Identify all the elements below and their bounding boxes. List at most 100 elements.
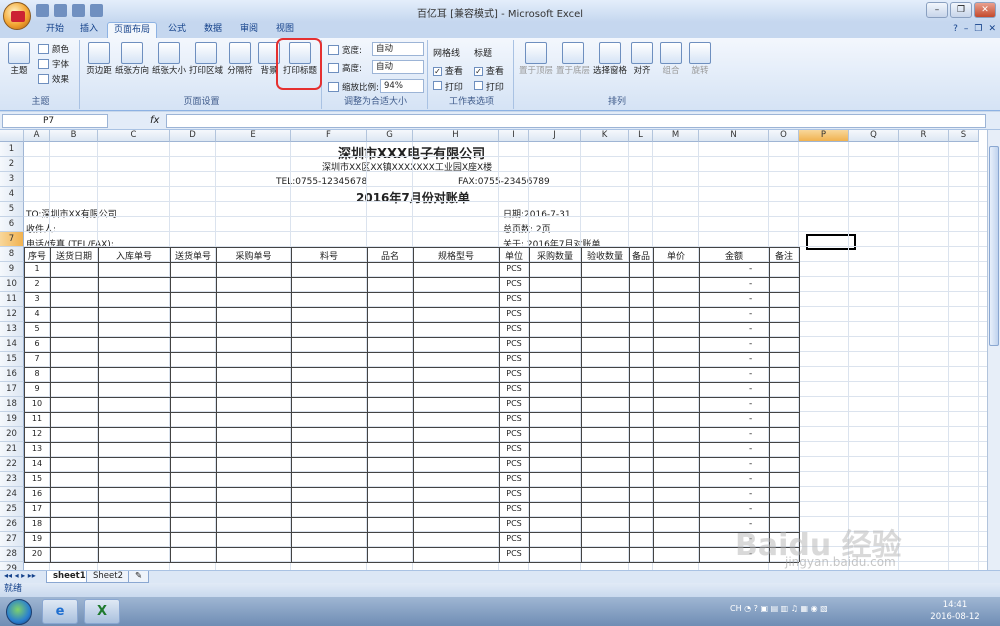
row-header-13[interactable]: 13 bbox=[0, 322, 24, 337]
column-header-k[interactable]: K bbox=[581, 130, 629, 142]
height-select[interactable]: 自动 bbox=[372, 60, 424, 74]
formula-input[interactable] bbox=[166, 114, 986, 128]
row-header-15[interactable]: 15 bbox=[0, 352, 24, 367]
send-back-button[interactable]: 置于底层 bbox=[555, 42, 591, 77]
tab-insert[interactable]: 插入 bbox=[72, 22, 106, 38]
row-header-11[interactable]: 11 bbox=[0, 292, 24, 307]
row-header-29[interactable]: 29 bbox=[0, 562, 24, 570]
column-header-b[interactable]: B bbox=[50, 130, 98, 142]
scroll-thumb[interactable] bbox=[989, 146, 999, 346]
align-button[interactable]: 对齐 bbox=[629, 42, 655, 77]
gridlines-print-checkbox[interactable]: 打印 bbox=[433, 80, 463, 93]
column-header-g[interactable]: G bbox=[367, 130, 413, 142]
row-header-7[interactable]: 7 bbox=[0, 232, 24, 247]
column-header-a[interactable]: A bbox=[24, 130, 50, 142]
row-header-18[interactable]: 18 bbox=[0, 397, 24, 412]
tab-page-layout[interactable]: 页面布局 bbox=[107, 22, 157, 38]
worksheet-grid[interactable]: 深圳市XXX电子有限公司 深圳市XX区XX镇XXXXXXX工业园X座X楼 TEL… bbox=[0, 130, 987, 570]
row-header-1[interactable]: 1 bbox=[0, 142, 24, 157]
column-header-h[interactable]: H bbox=[413, 130, 499, 142]
column-header-p[interactable]: P bbox=[799, 130, 849, 142]
help-icon[interactable]: ? bbox=[953, 24, 958, 34]
row-header-26[interactable]: 26 bbox=[0, 517, 24, 532]
clock[interactable]: 14:41 2016-08-12 bbox=[930, 599, 980, 623]
row-header-3[interactable]: 3 bbox=[0, 172, 24, 187]
breaks-button[interactable]: 分隔符 bbox=[225, 42, 255, 77]
margins-button[interactable]: 页边距 bbox=[84, 42, 114, 77]
column-header-e[interactable]: E bbox=[216, 130, 291, 142]
column-header-c[interactable]: C bbox=[98, 130, 170, 142]
group-objects-button[interactable]: 组合 bbox=[657, 42, 685, 77]
row-header-19[interactable]: 19 bbox=[0, 412, 24, 427]
sheet-tab-sheet2[interactable]: Sheet2 bbox=[86, 571, 130, 583]
new-sheet-icon[interactable]: ✎ bbox=[128, 571, 150, 583]
orientation-button[interactable]: 纸张方向 bbox=[114, 42, 150, 77]
start-button[interactable] bbox=[6, 599, 32, 625]
column-header-o[interactable]: O bbox=[769, 130, 799, 142]
restore-doc-icon[interactable]: ❐ bbox=[974, 24, 982, 34]
row-header-8[interactable]: 8 bbox=[0, 247, 24, 262]
row-header-4[interactable]: 4 bbox=[0, 187, 24, 202]
fx-icon[interactable]: fx bbox=[150, 115, 159, 126]
colors-button[interactable]: 颜色 bbox=[38, 43, 69, 55]
row-header-23[interactable]: 23 bbox=[0, 472, 24, 487]
row-header-5[interactable]: 5 bbox=[0, 202, 24, 217]
sheet-nav-icons[interactable]: ◂◂ ◂ ▸ ▸▸ bbox=[4, 571, 36, 580]
close-button[interactable]: ✕ bbox=[974, 2, 996, 18]
width-select[interactable]: 自动 bbox=[372, 42, 424, 56]
selection-pane-button[interactable]: 选择窗格 bbox=[592, 42, 628, 77]
tab-review[interactable]: 审阅 bbox=[232, 22, 266, 38]
column-header-n[interactable]: N bbox=[699, 130, 769, 142]
column-header-s[interactable]: S bbox=[949, 130, 979, 142]
column-header-m[interactable]: M bbox=[653, 130, 699, 142]
size-button[interactable]: 纸张大小 bbox=[151, 42, 187, 77]
row-header-6[interactable]: 6 bbox=[0, 217, 24, 232]
column-header-l[interactable]: L bbox=[629, 130, 653, 142]
row-header-12[interactable]: 12 bbox=[0, 307, 24, 322]
column-header-d[interactable]: D bbox=[170, 130, 216, 142]
close-doc-icon[interactable]: ✕ bbox=[988, 24, 996, 34]
column-header-r[interactable]: R bbox=[899, 130, 949, 142]
row-header-28[interactable]: 28 bbox=[0, 547, 24, 562]
row-header-9[interactable]: 9 bbox=[0, 262, 24, 277]
column-header-j[interactable]: J bbox=[529, 130, 581, 142]
theme-button[interactable]: 主题 bbox=[4, 42, 34, 77]
gridlines-view-checkbox[interactable]: ✓ 查看 bbox=[433, 64, 463, 77]
row-header-17[interactable]: 17 bbox=[0, 382, 24, 397]
tab-formulas[interactable]: 公式 bbox=[160, 22, 194, 38]
minimize-button[interactable]: – bbox=[926, 2, 948, 18]
row-header-25[interactable]: 25 bbox=[0, 502, 24, 517]
taskbar: e X CH ◔ ? ▣ ▤ ▥ ♫ ▦ ◉ ▧ 14:41 2016-08-12 bbox=[0, 597, 1000, 626]
headings-view-checkbox[interactable]: ✓ 查看 bbox=[474, 64, 504, 77]
column-header-q[interactable]: Q bbox=[849, 130, 899, 142]
effects-button[interactable]: 效果 bbox=[38, 73, 69, 85]
column-header-i[interactable]: I bbox=[499, 130, 529, 142]
column-header-f[interactable]: F bbox=[291, 130, 367, 142]
rotate-button[interactable]: 旋转 bbox=[687, 42, 713, 77]
tab-view[interactable]: 视图 bbox=[268, 22, 302, 38]
min-doc-icon[interactable]: – bbox=[964, 24, 969, 34]
scale-stepper[interactable]: 94% bbox=[380, 79, 424, 93]
select-all-corner[interactable] bbox=[0, 130, 24, 142]
row-header-10[interactable]: 10 bbox=[0, 277, 24, 292]
row-header-24[interactable]: 24 bbox=[0, 487, 24, 502]
tab-home[interactable]: 开始 bbox=[38, 22, 72, 38]
bring-front-button[interactable]: 置于顶层 bbox=[518, 42, 554, 77]
row-header-16[interactable]: 16 bbox=[0, 367, 24, 382]
ie-icon[interactable]: e bbox=[42, 599, 78, 624]
fonts-button[interactable]: 字体 bbox=[38, 58, 69, 70]
print-area-button[interactable]: 打印区域 bbox=[188, 42, 224, 77]
name-box[interactable]: P7 bbox=[2, 114, 108, 128]
row-header-2[interactable]: 2 bbox=[0, 157, 24, 172]
headings-print-checkbox[interactable]: 打印 bbox=[474, 80, 504, 93]
row-header-21[interactable]: 21 bbox=[0, 442, 24, 457]
tab-data[interactable]: 数据 bbox=[196, 22, 230, 38]
row-header-27[interactable]: 27 bbox=[0, 532, 24, 547]
restore-button[interactable]: ❐ bbox=[950, 2, 972, 18]
row-header-14[interactable]: 14 bbox=[0, 337, 24, 352]
row-header-20[interactable]: 20 bbox=[0, 427, 24, 442]
row-header-22[interactable]: 22 bbox=[0, 457, 24, 472]
excel-icon[interactable]: X bbox=[84, 599, 120, 624]
vertical-scrollbar[interactable] bbox=[987, 130, 1000, 570]
office-button[interactable] bbox=[3, 2, 31, 30]
